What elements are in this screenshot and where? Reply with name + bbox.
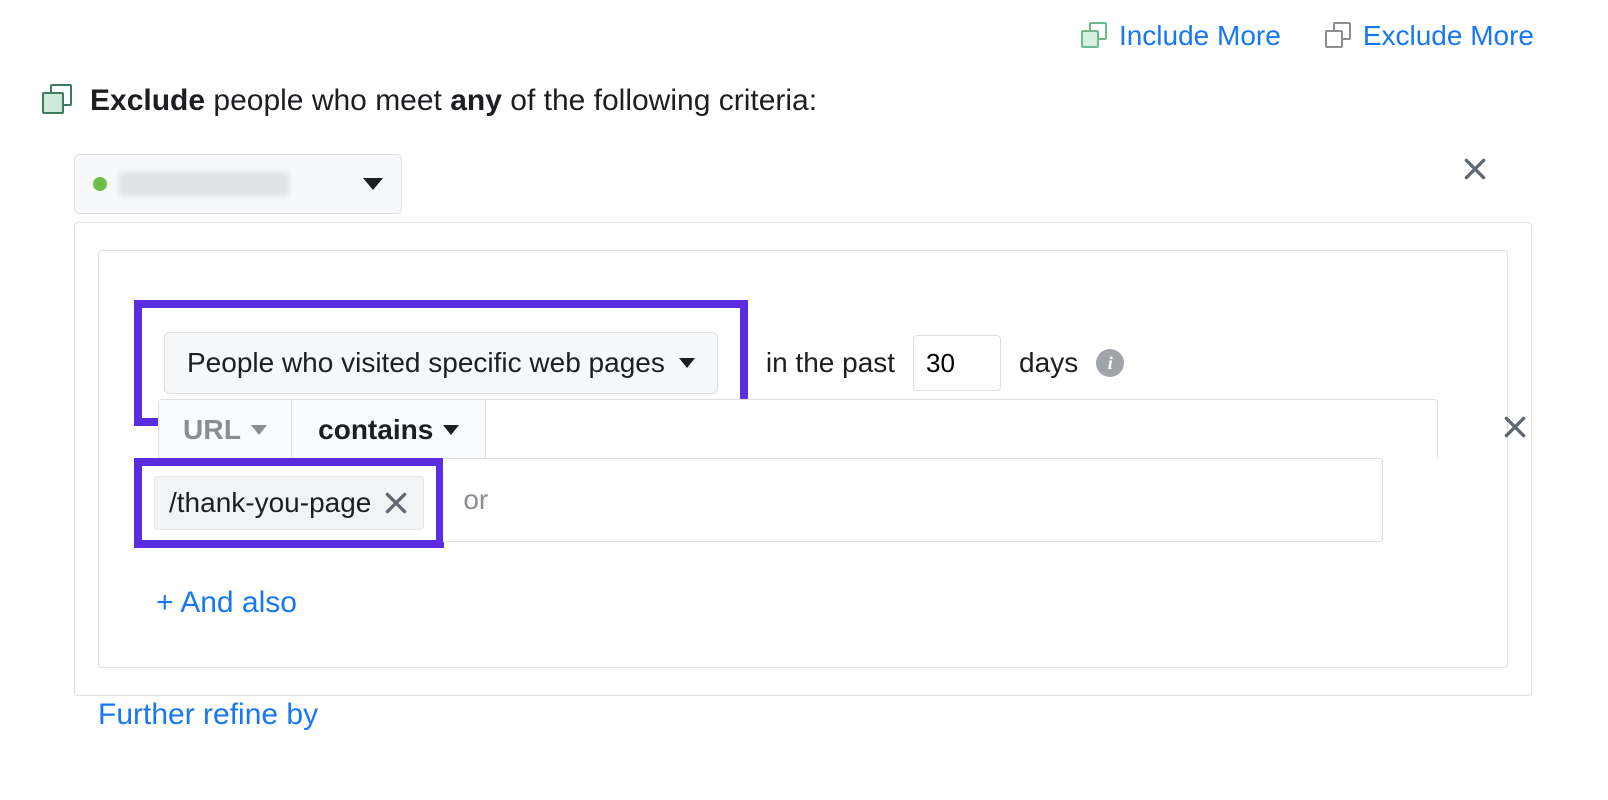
chevron-down-icon (363, 178, 383, 190)
remove-source-button[interactable] (1462, 156, 1488, 182)
url-value-input[interactable] (461, 483, 1364, 517)
match-type-select[interactable]: contains (292, 400, 486, 459)
visited-type-label: People who visited specific web pages (187, 347, 665, 379)
exclude-icon (1325, 22, 1353, 50)
exclude-section-header: Exclude people who meet any of the follo… (42, 84, 817, 118)
days-label: days (1019, 347, 1078, 379)
exclude-section-icon (42, 84, 76, 118)
remove-chip-button[interactable] (383, 490, 409, 516)
status-dot-icon (93, 177, 107, 191)
and-also-link[interactable]: + And also (156, 586, 297, 620)
visited-type-select[interactable]: People who visited specific web pages (164, 332, 718, 394)
pixel-source-name (119, 172, 289, 196)
pixel-source-select[interactable] (74, 154, 402, 214)
include-icon (1081, 22, 1109, 50)
match-type-label: contains (318, 414, 433, 446)
days-input[interactable] (913, 335, 1001, 391)
include-more-link[interactable]: Include More (1081, 20, 1281, 52)
chevron-down-icon (443, 425, 459, 435)
further-refine-label: Further refine by (98, 698, 318, 731)
url-chip-label: /thank-you-page (169, 487, 371, 519)
url-field-label: URL (183, 414, 241, 446)
chevron-down-icon (251, 425, 267, 435)
remove-url-rule-button[interactable] (1502, 414, 1528, 440)
exclude-more-label: Exclude More (1363, 20, 1534, 52)
info-icon[interactable]: i (1096, 349, 1124, 377)
further-refine-link[interactable]: Further refine by (98, 698, 318, 732)
in-the-past-text: in the past (766, 347, 895, 379)
url-condition-header: URL contains (158, 399, 1438, 459)
url-chip-input-wrap (443, 458, 1383, 542)
exclude-section-text: Exclude people who meet any of the follo… (90, 84, 817, 118)
url-field-select[interactable]: URL (159, 400, 292, 459)
include-more-label: Include More (1119, 20, 1281, 52)
and-also-label: + And also (156, 586, 297, 619)
exclude-more-link[interactable]: Exclude More (1325, 20, 1534, 52)
url-chip: /thank-you-page (154, 476, 424, 530)
chevron-down-icon (679, 358, 695, 368)
url-chip-highlight: /thank-you-page (134, 458, 444, 548)
